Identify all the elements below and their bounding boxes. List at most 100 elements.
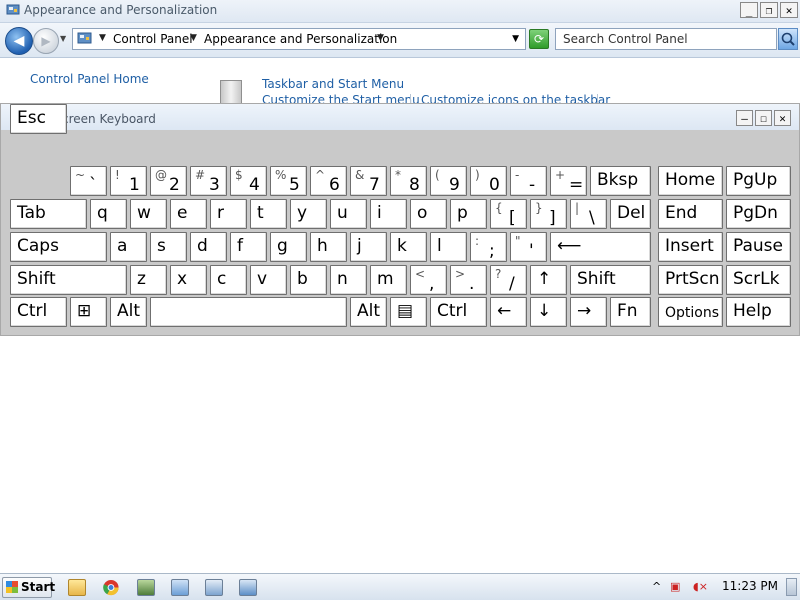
- key-rbracket[interactable]: }]: [530, 199, 567, 229]
- volume-muted-icon[interactable]: ◖×: [693, 580, 708, 593]
- key-up[interactable]: ↑: [530, 265, 567, 295]
- key-e[interactable]: e: [170, 199, 207, 229]
- network-status-icon[interactable]: ▣: [670, 580, 680, 593]
- key-semicolon[interactable]: :;: [470, 232, 507, 262]
- key-3[interactable]: #3: [190, 166, 227, 196]
- key-a[interactable]: a: [110, 232, 147, 262]
- key-g[interactable]: g: [270, 232, 307, 262]
- breadcrumb-chevron-icon[interactable]: ▼: [99, 33, 106, 43]
- key-t[interactable]: t: [250, 199, 287, 229]
- key-c[interactable]: c: [210, 265, 247, 295]
- key-1[interactable]: ! 1: [110, 166, 147, 196]
- search-button[interactable]: [778, 28, 798, 50]
- key-fn[interactable]: Fn: [610, 297, 651, 327]
- key-d[interactable]: d: [190, 232, 227, 262]
- key-slash[interactable]: ? /: [490, 265, 527, 295]
- key-period[interactable]: >.: [450, 265, 487, 295]
- key-help[interactable]: Help: [726, 297, 791, 327]
- key-k[interactable]: k: [390, 232, 427, 262]
- key-rshift[interactable]: Shift: [570, 265, 651, 295]
- key-win[interactable]: ⊞: [70, 297, 107, 327]
- key-2[interactable]: @2: [150, 166, 187, 196]
- osk-maximize-button[interactable]: ☐: [755, 110, 772, 126]
- key-scrlk[interactable]: ScrLk: [726, 265, 791, 295]
- key-space[interactable]: [150, 297, 347, 327]
- back-button[interactable]: ◀: [5, 27, 33, 55]
- clock[interactable]: 11:23 PM: [722, 579, 778, 593]
- minimize-button[interactable]: _: [740, 2, 758, 18]
- key-insert[interactable]: Insert: [658, 232, 723, 262]
- key-end[interactable]: End: [658, 199, 723, 229]
- breadcrumb-chevron-icon[interactable]: ▼: [377, 33, 384, 43]
- key-comma[interactable]: <,: [410, 265, 447, 295]
- explorer-window-icon[interactable]: [205, 579, 223, 596]
- search-input[interactable]: Search Control Panel: [555, 28, 777, 50]
- key-h[interactable]: h: [310, 232, 347, 262]
- key-quote[interactable]: " ': [510, 232, 547, 262]
- key-o[interactable]: o: [410, 199, 447, 229]
- forward-button[interactable]: ▶: [33, 28, 59, 54]
- key-minus[interactable]: --: [510, 166, 547, 196]
- control-panel-taskbar-icon[interactable]: [239, 579, 257, 596]
- key-9[interactable]: (9: [430, 166, 467, 196]
- key-lctrl[interactable]: Ctrl: [10, 297, 67, 327]
- key-equals[interactable]: + =: [550, 166, 587, 196]
- key-options[interactable]: Options: [658, 297, 723, 327]
- key-j[interactable]: j: [350, 232, 387, 262]
- key-rctrl[interactable]: Ctrl: [430, 297, 487, 327]
- key-caps[interactable]: Caps: [10, 232, 107, 262]
- key-7[interactable]: & 7: [350, 166, 387, 196]
- key-4[interactable]: $4: [230, 166, 267, 196]
- key-pgup[interactable]: PgUp: [726, 166, 791, 196]
- key-bksp[interactable]: Bksp: [590, 166, 651, 196]
- osk-minimize-button[interactable]: —: [736, 110, 753, 126]
- close-button[interactable]: ✕: [780, 2, 798, 18]
- refresh-button[interactable]: ⟳: [529, 29, 549, 49]
- key-del[interactable]: Del: [610, 199, 651, 229]
- key-lshift[interactable]: Shift: [10, 265, 127, 295]
- key-8[interactable]: * 8: [390, 166, 427, 196]
- recent-pages-dropdown-icon[interactable]: ▼: [60, 34, 66, 43]
- key-0[interactable]: ) 0: [470, 166, 507, 196]
- key-p[interactable]: p: [450, 199, 487, 229]
- address-bar[interactable]: ▼ Control Panel ▼ Appearance and Persona…: [72, 28, 526, 50]
- key-backtick[interactable]: ~ `: [70, 166, 107, 196]
- key-menu[interactable]: ▤: [390, 297, 427, 327]
- key-q[interactable]: q: [90, 199, 127, 229]
- key-m[interactable]: m: [370, 265, 407, 295]
- show-desktop-button[interactable]: [786, 578, 797, 596]
- key-w[interactable]: w: [130, 199, 167, 229]
- key-esc[interactable]: Esc: [10, 104, 67, 134]
- osk-close-button[interactable]: ✕: [774, 110, 791, 126]
- key-left[interactable]: ←: [490, 297, 527, 327]
- breadcrumb-control-panel[interactable]: Control Panel: [113, 32, 193, 46]
- key-ralt[interactable]: Alt: [350, 297, 387, 327]
- key-6[interactable]: ^ 6: [310, 166, 347, 196]
- key-tab[interactable]: Tab: [10, 199, 87, 229]
- key-s[interactable]: s: [150, 232, 187, 262]
- key-i[interactable]: i: [370, 199, 407, 229]
- key-5[interactable]: % 5: [270, 166, 307, 196]
- key-pause[interactable]: Pause: [726, 232, 791, 262]
- taskbar-start-menu-link[interactable]: Taskbar and Start Menu: [262, 77, 404, 91]
- key-prtscn[interactable]: PrtScn: [658, 265, 723, 295]
- key-r[interactable]: r: [210, 199, 247, 229]
- key-home[interactable]: Home: [658, 166, 723, 196]
- key-pgdn[interactable]: PgDn: [726, 199, 791, 229]
- key-down[interactable]: ↓: [530, 297, 567, 327]
- key-b[interactable]: b: [290, 265, 327, 295]
- breadcrumb-chevron-icon[interactable]: ▼: [190, 33, 197, 43]
- key-l[interactable]: l: [430, 232, 467, 262]
- show-hidden-icons-icon[interactable]: ^: [652, 580, 661, 593]
- control-panel-home-link[interactable]: Control Panel Home: [30, 72, 149, 86]
- breadcrumb-appearance[interactable]: Appearance and Personalization: [204, 32, 397, 46]
- key-v[interactable]: v: [250, 265, 287, 295]
- key-lbracket[interactable]: {[: [490, 199, 527, 229]
- key-y[interactable]: y: [290, 199, 327, 229]
- chrome-icon[interactable]: [102, 579, 120, 596]
- folder-icon[interactable]: [68, 579, 86, 596]
- keyboard-app-icon[interactable]: [171, 579, 189, 596]
- restore-button[interactable]: ❐: [760, 2, 778, 18]
- start-button[interactable]: Start: [2, 577, 55, 598]
- address-history-dropdown-icon[interactable]: ▼: [512, 34, 519, 44]
